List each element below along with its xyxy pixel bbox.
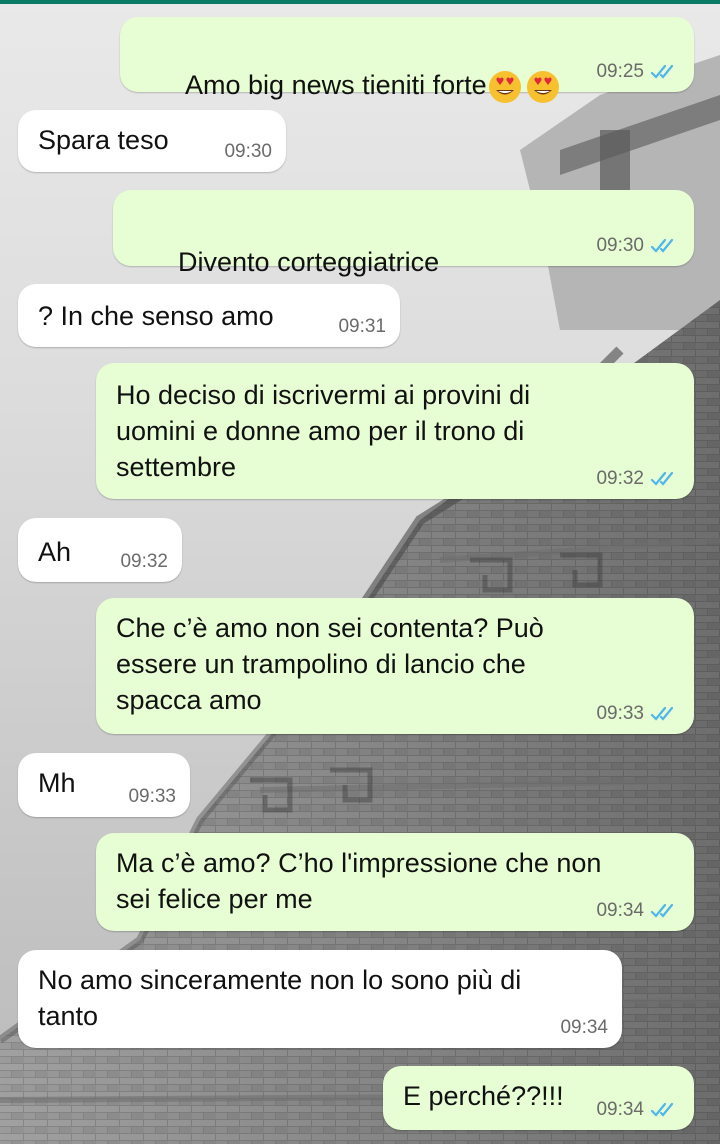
double-check-read-icon [650,903,674,918]
message-text: Ma c’è amo? C’ho l'impressione che non s… [116,848,602,914]
message-meta: 09:25 [596,62,680,82]
message-text: ? In che senso amo [38,301,274,331]
message-meta: 09:32 [120,552,168,572]
message-text: Divento corteggiatrice [178,247,440,277]
message-meta: 09:34 [596,1100,680,1120]
message-text: No amo sinceramente non lo sono più di t… [38,965,522,1031]
message-meta: 09:33 [128,787,176,807]
incoming-message[interactable]: Mh 09:33 [18,753,190,817]
outgoing-message[interactable]: Ho deciso di iscrivermi ai provini di uo… [96,363,694,499]
double-check-read-icon [650,64,674,79]
incoming-message[interactable]: Spara teso 09:30 [18,110,286,172]
message-time: 09:30 [224,141,272,162]
message-time: 09:34 [560,1017,608,1038]
message-meta: 09:33 [596,704,680,724]
message-meta: 09:30 [224,142,272,162]
outgoing-message[interactable]: Che c’è amo non sei contenta? Può essere… [96,598,694,734]
message-meta: 09:34 [596,901,680,921]
double-check-read-icon [650,238,674,253]
message-time: 09:31 [338,316,386,337]
message-time: 09:30 [596,235,644,256]
message-meta: 09:31 [338,317,386,337]
heart-eyes-icon [526,70,559,103]
message-text: Ho deciso di iscrivermi ai provini di uo… [116,380,531,482]
incoming-message[interactable]: No amo sinceramente non lo sono più di t… [18,950,622,1048]
message-text: Che c’è amo non sei contenta? Può essere… [116,613,544,715]
message-time: 09:34 [596,1099,644,1120]
message-time: 09:32 [120,551,168,572]
message-time: 09:34 [596,900,644,921]
double-check-read-icon [650,706,674,721]
message-time: 09:25 [596,61,644,82]
incoming-message[interactable]: ? In che senso amo 09:31 [18,284,400,347]
message-time: 09:33 [596,703,644,724]
message-text: Amo big news tieniti forte [185,70,487,100]
double-check-read-icon [650,471,674,486]
outgoing-message[interactable]: Ma c’è amo? C’ho l'impressione che non s… [96,833,694,931]
outgoing-message[interactable]: E perché??!!! 09:34 [383,1066,694,1130]
message-time: 09:33 [128,786,176,807]
message-time: 09:32 [596,468,644,489]
message-meta: 09:34 [560,1018,608,1038]
outgoing-message[interactable]: Amo big news tieniti forte 09:25 [120,17,694,103]
heart-eyes-icon [488,70,521,103]
message-meta: 09:32 [596,469,680,489]
incoming-message[interactable]: Ah 09:32 [18,518,182,582]
outgoing-message[interactable]: Divento corteggiatrice 09:30 [113,190,694,316]
message-meta: 09:30 [596,236,680,256]
message-list[interactable]: Amo big news tieniti forte 09:25 Spara t… [0,0,720,1144]
double-check-read-icon [650,1102,674,1117]
